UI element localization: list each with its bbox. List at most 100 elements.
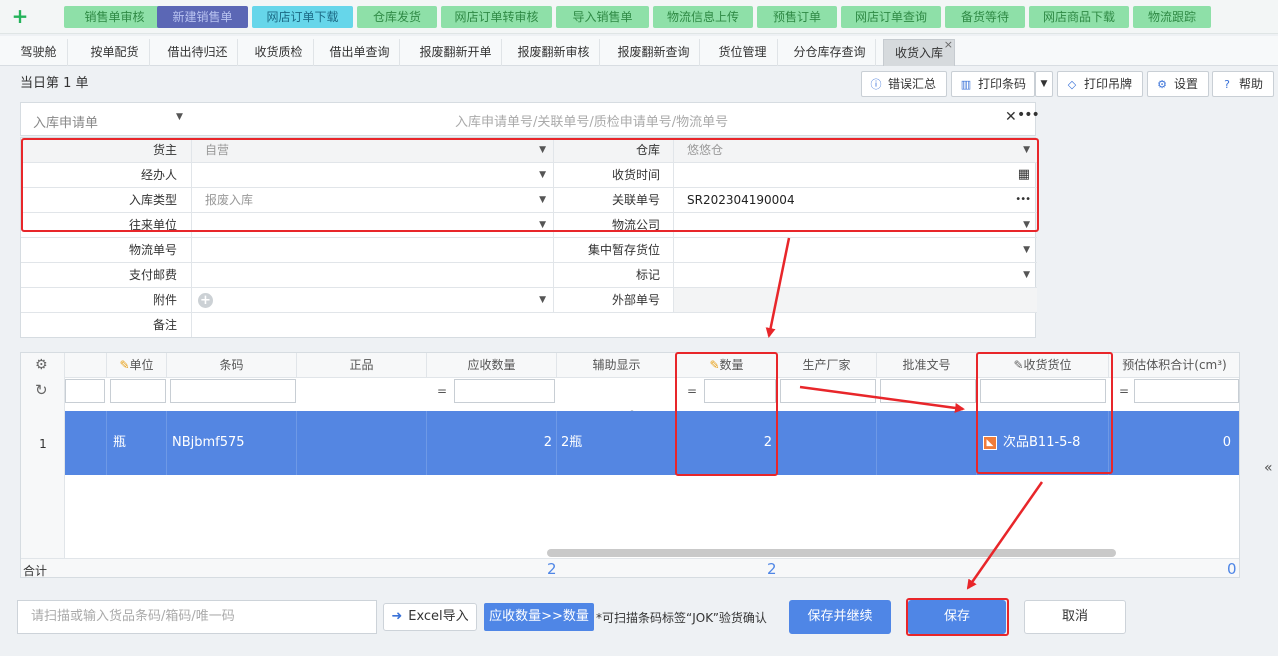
cancel-button[interactable]: 取消	[1024, 600, 1126, 634]
filter-expected-qty[interactable]	[454, 379, 555, 403]
tab-scrap-open[interactable]: 报废翻新开单	[410, 39, 502, 66]
cell-unit[interactable]: 瓶	[107, 411, 167, 475]
nav-new-sales-order[interactable]: 新建销售单	[157, 6, 248, 28]
tab-scrap-review[interactable]: 报废翻新审核	[508, 39, 600, 66]
excel-import-button[interactable]: ➜ Excel导入	[383, 603, 477, 631]
print-barcode-dropdown[interactable]: ▼	[1035, 71, 1053, 97]
edit-icon: ✎	[119, 358, 130, 372]
nav-logistics-upload[interactable]: 物流信息上传	[653, 6, 753, 28]
filter-maker[interactable]	[780, 379, 876, 403]
tracking-no-label: 物流单号	[21, 238, 192, 262]
cell-approval[interactable]	[877, 411, 977, 475]
cell-maker[interactable]	[777, 411, 877, 475]
filter-eq: =	[436, 384, 448, 398]
settings-button[interactable]: ⚙ 设置	[1147, 71, 1209, 97]
nav-shop-order-query[interactable]: 网店订单查询	[841, 6, 941, 28]
error-summary-button[interactable]: ⓘ 错误汇总	[861, 71, 947, 97]
tab-bar: 驾驶舱 按单配货 借出待归还 收货质检 借出单查询 报废翻新开单 报废翻新审核 …	[0, 36, 1278, 66]
filter-eq: =	[1118, 384, 1130, 398]
refresh-icon[interactable]: ↻	[35, 381, 48, 399]
print-barcode-button[interactable]: ▥ 打印条码	[951, 71, 1035, 97]
grid-footer: 合计 2 2 0	[21, 558, 1239, 578]
add-attachment-icon[interactable]: +	[198, 293, 213, 308]
tab-label: 收货入库	[894, 46, 943, 60]
request-search-input[interactable]: 入库申请单号/关联单号/质检申请单号/物流单号	[455, 111, 728, 130]
mark-select[interactable]: ▼	[674, 263, 1037, 287]
nav-stock-wait[interactable]: 备货等待	[945, 6, 1025, 28]
horizontal-scrollbar[interactable]	[547, 549, 1116, 557]
cell-aux-display[interactable]: 2瓶	[557, 411, 677, 475]
day-counter: 当日第 1 单	[20, 76, 89, 91]
grid-tool-column: ⚙ ↻ 1	[21, 353, 65, 577]
gear-icon[interactable]: ⚙	[35, 357, 48, 373]
filter-barcode[interactable]	[170, 379, 296, 403]
add-icon[interactable]: +	[10, 4, 30, 28]
cell-expected-qty[interactable]: 2	[427, 411, 557, 475]
tab-receive-inbound[interactable]: 收货入库 ×	[883, 38, 955, 66]
request-type-select[interactable]: 入库申请单	[33, 112, 98, 131]
cell-barcode[interactable]: NBjbmf575	[167, 411, 297, 475]
clear-icon[interactable]: ✕	[1005, 109, 1017, 125]
copy-qty-button[interactable]: 应收数量>>数量	[484, 603, 594, 631]
save-continue-button[interactable]: 保存并继续	[789, 600, 891, 634]
nav-sales-review[interactable]: 销售单审核	[64, 6, 165, 28]
staging-location-select[interactable]: ▼	[674, 238, 1037, 262]
scan-hint: *可扫描条码标签“JOK”验货确认	[596, 611, 767, 625]
nav-shop-goods-download[interactable]: 网店商品下载	[1029, 6, 1129, 28]
close-icon[interactable]: ×	[944, 31, 953, 58]
nav-import-sales[interactable]: 导入销售单	[556, 6, 649, 28]
collapse-panel-icon[interactable]: «	[1264, 460, 1273, 476]
tab-loan-return[interactable]: 借出待归还	[158, 39, 238, 66]
external-no-field[interactable]	[674, 288, 1037, 312]
chevron-down-icon: ▼	[1023, 245, 1030, 255]
scan-input[interactable]: 请扫描或输入货品条码/箱码/唯一码	[17, 600, 377, 634]
tracking-no-field[interactable]	[192, 238, 554, 262]
volume-total: 0	[1227, 560, 1237, 578]
col-expected-qty[interactable]: 应收数量	[427, 353, 557, 378]
cell-volume[interactable]: 0	[1109, 411, 1239, 475]
filter-blank[interactable]	[65, 379, 105, 403]
nav-shop-order-review[interactable]: 网店订单转审核	[441, 6, 552, 28]
help-button[interactable]: ? 帮助	[1212, 71, 1274, 97]
gear-icon: ⚙	[1157, 78, 1167, 91]
tab-receive-qc[interactable]: 收货质检	[244, 39, 314, 66]
filter-approval[interactable]	[880, 379, 976, 403]
print-barcode-label: 打印条码	[978, 77, 1027, 91]
col-aux-display[interactable]: 辅助显示	[557, 353, 677, 378]
chevron-down-icon[interactable]: ▼	[176, 112, 183, 122]
tag-icon: ◇	[1067, 78, 1077, 91]
external-no-label: 外部单号	[554, 288, 674, 312]
tab-cockpit[interactable]: 驾驶舱	[10, 39, 68, 66]
col-genuine[interactable]: 正品	[297, 353, 427, 378]
chevron-down-icon: ▼	[1040, 79, 1048, 89]
print-tag-button[interactable]: ◇ 打印吊牌	[1057, 71, 1143, 97]
tab-allocate[interactable]: 按单配货	[80, 39, 150, 66]
more-icon[interactable]: •••	[1017, 107, 1040, 123]
annotation-box-form	[21, 138, 1039, 232]
nav-shop-order-download[interactable]: 网店订单下载	[252, 6, 353, 28]
col-volume[interactable]: 预估体积合计(cm³)	[1109, 353, 1239, 378]
barcode-icon: ▥	[960, 78, 972, 91]
attachment-label: 附件	[21, 288, 192, 312]
col-approval[interactable]: 批准文号	[877, 353, 977, 378]
attachment-field[interactable]: + ▼	[192, 288, 554, 312]
tab-loan-query[interactable]: 借出单查询	[320, 39, 400, 66]
col-unit[interactable]: ✎单位	[107, 353, 167, 378]
filter-volume[interactable]	[1134, 379, 1239, 403]
tab-branch-stock[interactable]: 分仓库存查询	[784, 39, 876, 66]
col-maker[interactable]: 生产厂家	[777, 353, 877, 378]
chevron-down-icon: ▼	[1023, 270, 1030, 280]
filter-unit[interactable]	[110, 379, 166, 403]
tab-scrap-query[interactable]: 报废翻新查询	[608, 39, 700, 66]
nav-warehouse-ship[interactable]: 仓库发货	[357, 6, 437, 28]
cell-genuine[interactable]	[297, 411, 427, 475]
mark-label: 标记	[554, 263, 674, 287]
remark-field[interactable]	[192, 313, 1037, 337]
annotation-box-location	[976, 352, 1113, 474]
tab-location-mgmt[interactable]: 货位管理	[708, 39, 778, 66]
col-barcode[interactable]: 条码	[167, 353, 297, 378]
nav-presale-orders[interactable]: 预售订单	[757, 6, 837, 28]
nav-logistics-track[interactable]: 物流跟踪	[1133, 6, 1211, 28]
postage-field[interactable]	[192, 263, 554, 287]
excel-import-label: Excel导入	[408, 609, 469, 624]
